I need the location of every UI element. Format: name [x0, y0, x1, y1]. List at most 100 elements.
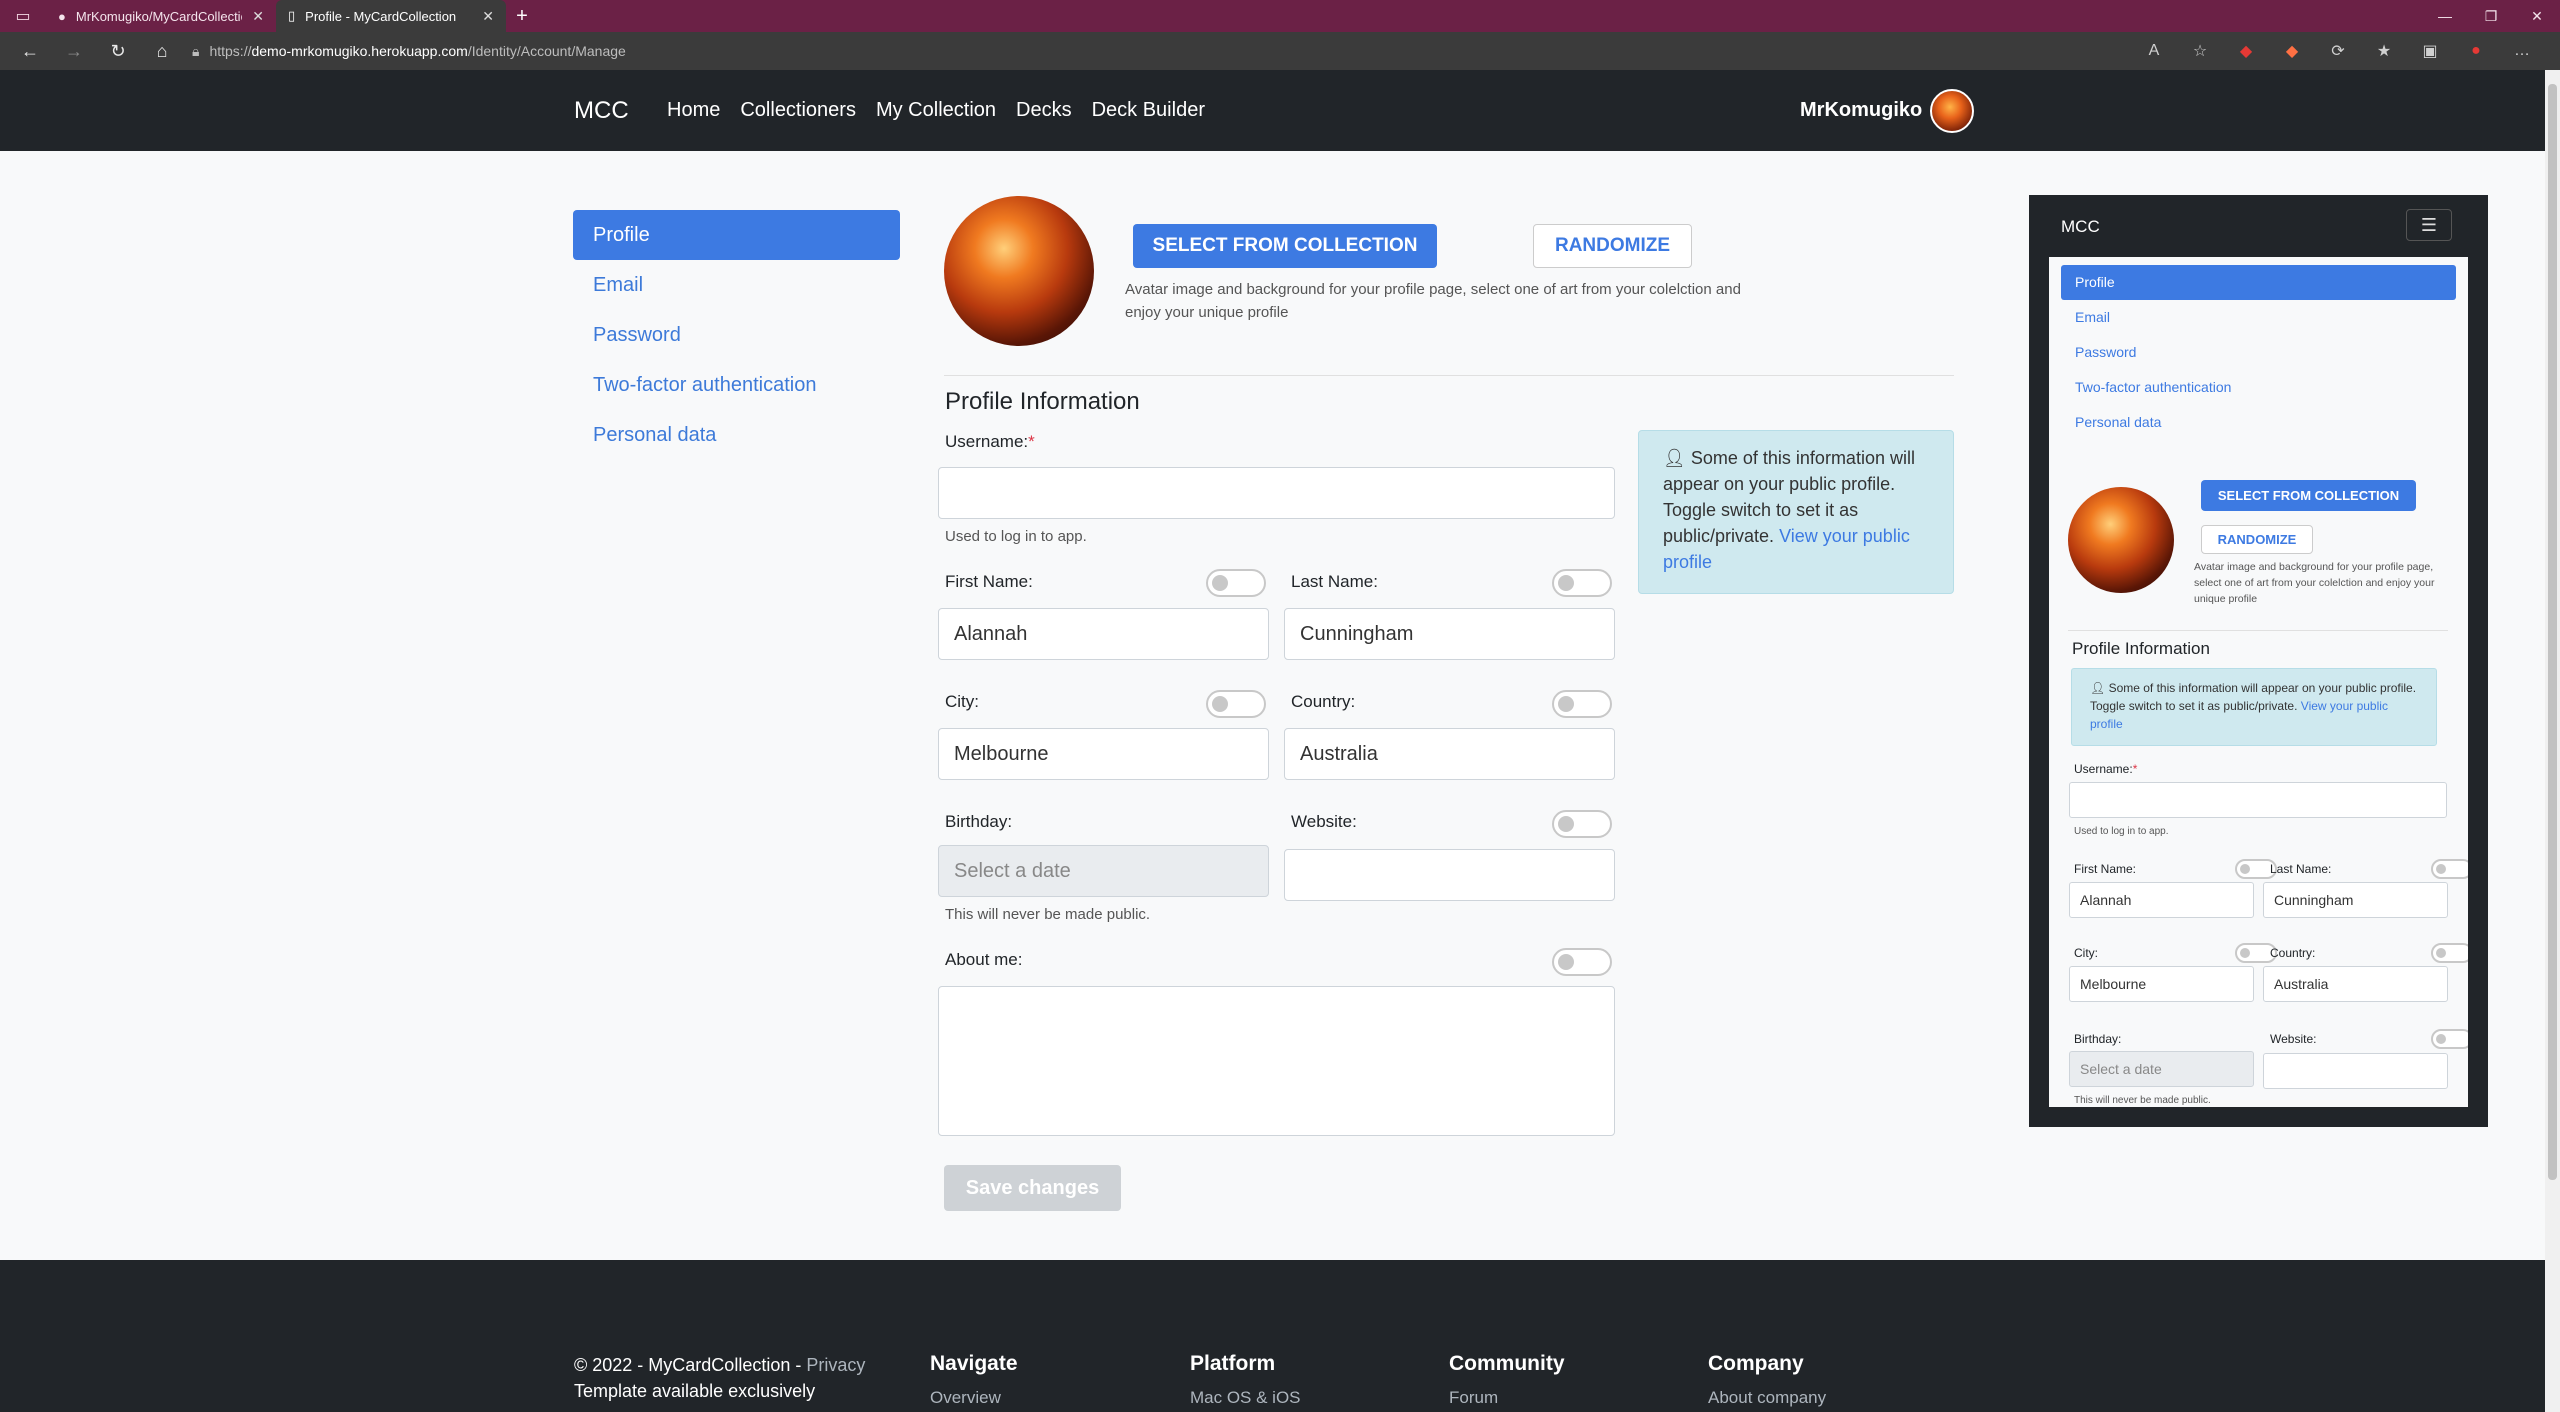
preview-country-toggle[interactable] [2431, 943, 2468, 963]
save-changes-button[interactable]: Save changes [944, 1165, 1121, 1211]
website-label: Website: [1291, 812, 1357, 831]
preview-website-toggle[interactable] [2431, 1029, 2468, 1049]
footer-link[interactable]: Forum [1449, 1388, 1565, 1408]
refresh-icon[interactable]: ↻ [96, 32, 140, 70]
website-public-toggle[interactable] [1552, 810, 1612, 838]
preview-last-name-toggle[interactable] [2431, 859, 2468, 879]
preview-sidebar-item-personal-data[interactable]: Personal data [2061, 405, 2456, 440]
user-menu[interactable]: MrKomugiko [1800, 88, 1975, 133]
footer-copyright: © 2022 - MyCardCollection - Privacy Temp… [574, 1352, 884, 1404]
city-field[interactable]: Melbourne [938, 728, 1269, 780]
footer-link[interactable]: Overview [930, 1388, 1018, 1408]
profile-icon[interactable]: ● [2454, 36, 2498, 66]
brand-logo[interactable]: MCC [574, 97, 629, 125]
sidebar-item-profile[interactable]: Profile [573, 210, 900, 260]
sidebar-item-personal-data[interactable]: Personal data [573, 410, 900, 460]
website-field[interactable] [1284, 849, 1615, 901]
add-favorite-icon[interactable]: ☆ [2178, 36, 2222, 66]
sidebar-item-email[interactable]: Email [573, 260, 900, 310]
footer-col-title: Company [1708, 1352, 1804, 1375]
username-field[interactable] [938, 467, 1615, 519]
nav-links: Home Collectioners My Collection Decks D… [667, 99, 1205, 122]
preview-randomize-button[interactable]: RANDOMIZE [2201, 525, 2313, 554]
nav-home[interactable]: Home [667, 99, 720, 122]
about-me-textarea[interactable] [938, 986, 1615, 1136]
close-icon[interactable]: ✕ [252, 8, 264, 25]
url-field[interactable]: 🔒︎ https://demo-mrkomugiko.herokuapp.com… [192, 36, 2132, 66]
browser-tab[interactable]: ● MrKomugiko/MyCardCollection ✕ [46, 0, 276, 32]
sync-icon[interactable]: ⟳ [2316, 36, 2360, 66]
preview-last-name-field[interactable]: Cunningham [2263, 882, 2448, 918]
preview-sidebar-item-email[interactable]: Email [2061, 300, 2456, 335]
about-me-public-toggle[interactable] [1552, 948, 1612, 976]
home-icon[interactable]: ⌂ [140, 32, 184, 70]
tab-title: Profile - MyCardCollection [305, 8, 457, 24]
preview-first-name-label: First Name: [2074, 862, 2137, 876]
close-icon[interactable]: ✕ [482, 8, 494, 25]
divider [2068, 630, 2448, 631]
preview-city-field[interactable]: Melbourne [2069, 966, 2254, 1002]
forward-icon[interactable]: → [52, 32, 96, 70]
minimize-icon[interactable]: — [2422, 0, 2468, 32]
first-name-public-toggle[interactable] [1206, 569, 1266, 597]
last-name-public-toggle[interactable] [1552, 569, 1612, 597]
read-aloud-icon[interactable]: A [2132, 36, 2176, 66]
restore-icon[interactable]: ❐ [2468, 0, 2514, 32]
preview-screen: Profile Email Password Two-factor authen… [2049, 257, 2468, 1107]
required-mark: * [1028, 432, 1035, 451]
preview-select-button[interactable]: SELECT FROM COLLECTION [2201, 480, 2416, 511]
profile-avatar [944, 196, 1094, 346]
preview-country-field[interactable]: Australia [2263, 966, 2448, 1002]
first-name-field[interactable]: Alannah [938, 608, 1269, 660]
preview-sidebar-item-password[interactable]: Password [2061, 335, 2456, 370]
favorites-icon[interactable]: ★ [2362, 36, 2406, 66]
browser-tab-active[interactable]: ▯ Profile - MyCardCollection ✕ [276, 0, 506, 32]
preview-sidebar-item-two-factor[interactable]: Two-factor authentication [2061, 370, 2456, 405]
page-scrollbar[interactable] [2545, 70, 2560, 1412]
preview-sidebar-item-profile[interactable]: Profile [2061, 265, 2456, 300]
back-icon[interactable]: ← [8, 32, 52, 70]
footer-link[interactable]: About company [1708, 1388, 1826, 1408]
city-public-toggle[interactable] [1206, 690, 1266, 718]
scrollbar-thumb[interactable] [2548, 84, 2557, 1180]
collections-icon[interactable]: ▣ [2408, 36, 2452, 66]
preview-username-help: Used to log in to app. [2074, 826, 2169, 837]
tab-actions-icon[interactable]: ▭ [0, 0, 46, 32]
nav-my-collection[interactable]: My Collection [876, 99, 996, 122]
more-icon[interactable]: … [2500, 36, 2544, 66]
lock-icon: 🔒︎ [192, 42, 200, 59]
preview-website-label: Website: [2270, 1032, 2317, 1046]
preview-website-field[interactable] [2263, 1053, 2448, 1089]
country-label: Country: [1291, 692, 1356, 711]
country-field[interactable]: Australia [1284, 728, 1615, 780]
sidebar-item-two-factor[interactable]: Two-factor authentication [573, 360, 900, 410]
preview-username-field[interactable] [2069, 782, 2447, 818]
close-window-icon[interactable]: ✕ [2514, 0, 2560, 32]
extension-icon[interactable]: ◆ [2270, 36, 2314, 66]
address-toolbar: ← → ↻ ⌂ 🔒︎ https://demo-mrkomugiko.herok… [0, 32, 2560, 70]
preview-sidebar: Profile Email Password Two-factor authen… [2049, 265, 2468, 440]
birthday-help: This will never be made public. [945, 906, 1151, 923]
privacy-link[interactable]: Privacy [806, 1355, 865, 1375]
preview-birthday-field[interactable]: Select a date [2069, 1051, 2254, 1087]
preview-birthday-help: This will never be made public. [2074, 1095, 2211, 1106]
new-tab-icon[interactable]: + [506, 0, 538, 32]
site-navbar: MCC Home Collectioners My Collection Dec… [0, 70, 2545, 151]
preview-first-name-field[interactable]: Alannah [2069, 882, 2254, 918]
adblock-icon[interactable]: ◆ [2224, 36, 2268, 66]
birthday-field[interactable]: Select a date [938, 845, 1269, 897]
site-footer: © 2022 - MyCardCollection - Privacy Temp… [0, 1260, 2545, 1412]
nav-deck-builder[interactable]: Deck Builder [1092, 99, 1205, 122]
nav-decks[interactable]: Decks [1016, 99, 1072, 122]
menu-icon[interactable]: ☰ [2406, 209, 2452, 241]
sidebar-item-password[interactable]: Password [573, 310, 900, 360]
country-public-toggle[interactable] [1552, 690, 1612, 718]
last-name-field[interactable]: Cunningham [1284, 608, 1615, 660]
browser-tools: A ☆ ◆ ◆ ⟳ ★ ▣ ● … [2132, 36, 2544, 66]
tab-title: MrKomugiko/MyCardCollection [75, 8, 243, 24]
footer-link[interactable]: Mac OS & iOS [1190, 1388, 1301, 1408]
select-from-collection-button[interactable]: SELECT FROM COLLECTION [1133, 224, 1437, 268]
preview-brand[interactable]: MCC [2061, 217, 2100, 237]
nav-collectioners[interactable]: Collectioners [740, 99, 856, 122]
randomize-button[interactable]: RANDOMIZE [1533, 224, 1692, 268]
